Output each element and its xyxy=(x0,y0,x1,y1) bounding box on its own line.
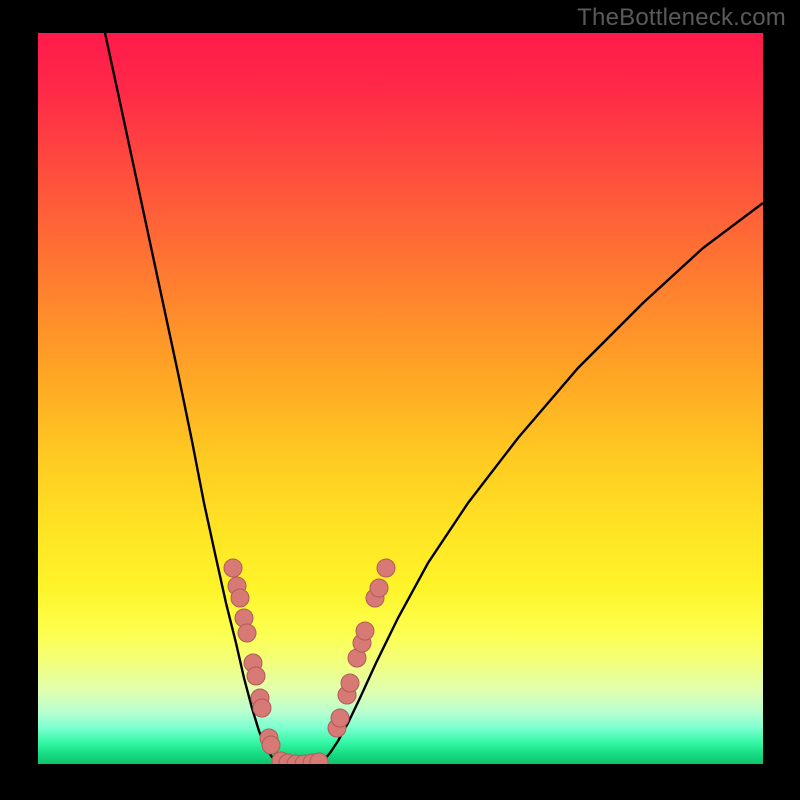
data-dot xyxy=(341,674,359,692)
data-dot xyxy=(224,559,242,577)
dots-group xyxy=(224,559,395,764)
data-dot xyxy=(231,589,249,607)
data-dot xyxy=(370,579,388,597)
data-dot xyxy=(331,709,349,727)
dots-layer xyxy=(38,33,763,764)
watermark-text: TheBottleneck.com xyxy=(577,4,786,32)
data-dot xyxy=(262,736,280,754)
plot-area xyxy=(38,33,763,764)
data-dot xyxy=(253,699,271,717)
data-dot xyxy=(356,622,374,640)
data-dot xyxy=(377,559,395,577)
chart-stage: TheBottleneck.com xyxy=(0,0,800,800)
data-dot xyxy=(238,624,256,642)
data-dot xyxy=(247,667,265,685)
